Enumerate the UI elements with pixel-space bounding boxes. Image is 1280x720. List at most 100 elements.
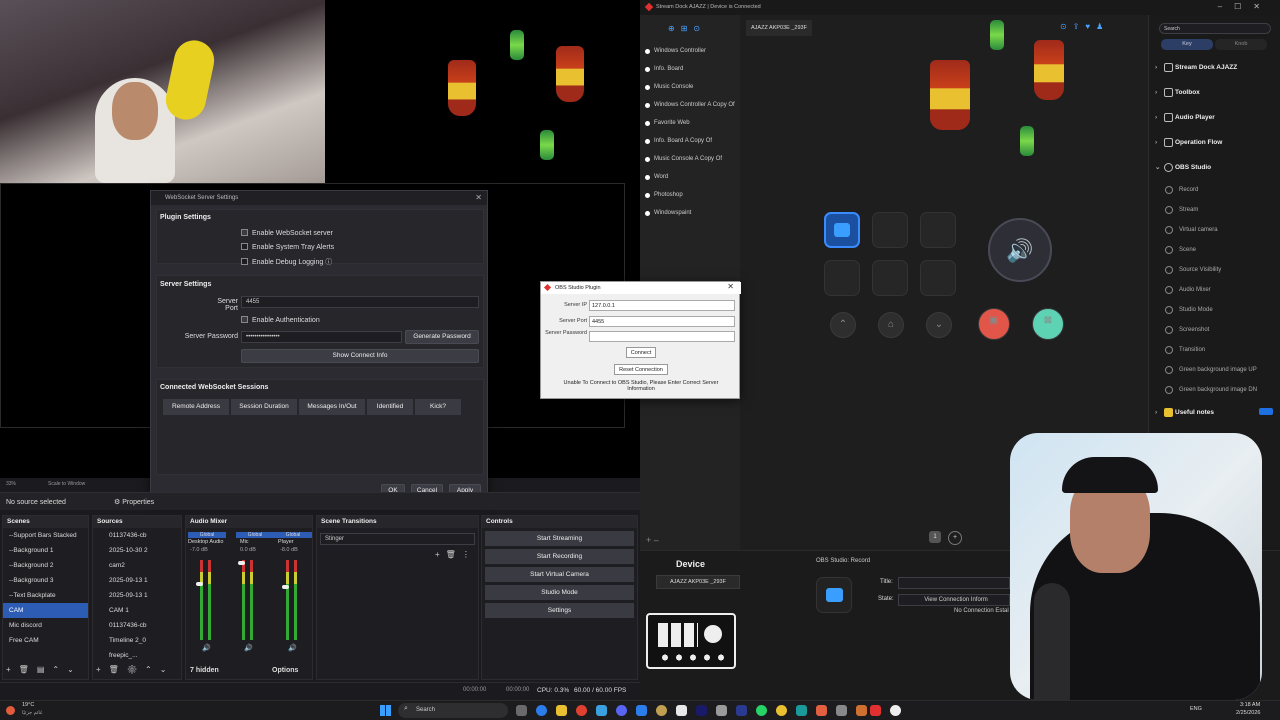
key-slot[interactable] — [872, 260, 908, 296]
obs-taskbar-icon[interactable] — [890, 705, 901, 716]
source-item[interactable]: 2025-09-13 1 — [93, 573, 181, 588]
zoom-level[interactable]: 33% — [6, 481, 16, 487]
start-streaming-button[interactable]: Start Streaming — [485, 531, 634, 546]
app-icon[interactable] — [796, 705, 807, 716]
channel-name[interactable]: Mic — [240, 539, 249, 545]
key-slot[interactable] — [920, 212, 956, 248]
app-icon[interactable] — [676, 705, 687, 716]
server-port-input[interactable]: 4455 — [241, 296, 479, 308]
column-identified[interactable]: Identified — [367, 399, 413, 415]
action-item[interactable]: Virtual camera — [1149, 220, 1280, 240]
action-item[interactable]: Screenshot — [1149, 320, 1280, 340]
server-password-input[interactable]: •••••••••••••••• — [241, 331, 402, 343]
view-connection-button[interactable]: View Connection Inform — [898, 594, 1010, 606]
sidebar-tools-icon[interactable]: ⊕⊞⊙ — [668, 24, 706, 33]
knob-screen[interactable]: ⊠ — [1032, 308, 1064, 340]
source-item[interactable]: 01137436-cb — [93, 618, 181, 633]
app-icon[interactable] — [656, 705, 667, 716]
device-select[interactable]: AJAZZ AKP03E _293F — [656, 575, 740, 589]
telegram-icon[interactable] — [596, 705, 607, 716]
page-number[interactable]: 1 — [929, 531, 941, 543]
knob-folder[interactable]: ▣ — [978, 308, 1010, 340]
property-icon-preview[interactable] — [816, 577, 852, 613]
volume-slider[interactable] — [238, 561, 245, 565]
generate-password-button[interactable]: Generate Password — [405, 330, 479, 344]
explorer-icon[interactable] — [556, 705, 567, 716]
weather-temp[interactable]: 19°C — [22, 702, 34, 708]
profile-item[interactable]: Info. Board — [640, 60, 740, 78]
scene-item[interactable]: Mic discord — [3, 618, 88, 633]
app-icon[interactable] — [716, 705, 727, 716]
stream-dock-icon[interactable] — [870, 705, 881, 716]
scenes-toolbar[interactable]: +🗑▤⌃⌄ — [6, 665, 82, 674]
scene-item-selected[interactable]: CAM — [3, 603, 88, 618]
studio-mode-button[interactable]: Studio Mode — [485, 585, 634, 600]
source-item[interactable]: CAM 1 — [93, 603, 181, 618]
key-slot[interactable] — [872, 212, 908, 248]
top-toolbar-icons[interactable]: ⊙⇪♥♟ — [1060, 22, 1154, 36]
profile-item[interactable]: Info. Board A Copy Of — [640, 132, 740, 150]
column-messages[interactable]: Messages In/Out — [299, 399, 365, 415]
channel-name[interactable]: Player — [278, 539, 294, 545]
knob-up[interactable]: ⌃ — [830, 312, 856, 338]
action-item[interactable]: Stream — [1149, 200, 1280, 220]
app-icon[interactable] — [836, 705, 847, 716]
chrome-icon[interactable] — [776, 705, 787, 716]
key-slot[interactable] — [824, 260, 860, 296]
tab-key[interactable]: Key — [1161, 39, 1213, 50]
category-stream-dock[interactable]: › Stream Dock AJAZZ — [1149, 55, 1280, 80]
connect-button[interactable]: Connect — [626, 347, 656, 358]
profile-item[interactable]: Music Console A Copy Of — [640, 150, 740, 168]
start-virtual-camera-button[interactable]: Start Virtual Camera — [485, 567, 634, 582]
speaker-icon[interactable]: 🔊 — [288, 644, 297, 652]
show-connect-info-button[interactable]: Show Connect Info — [241, 349, 479, 363]
category-operation-flow[interactable]: › Operation Flow — [1149, 130, 1280, 155]
source-item[interactable]: cam2 — [93, 558, 181, 573]
profile-item[interactable]: Windowspaint — [640, 204, 740, 222]
server-ip-input[interactable]: 127.0.0.1 — [589, 300, 735, 311]
profile-item[interactable]: Windows Controller — [640, 42, 740, 60]
app-icon[interactable] — [696, 705, 707, 716]
scene-item[interactable]: --Support Bars Stacked — [3, 528, 88, 543]
category-toolbox[interactable]: › Toolbox — [1149, 80, 1280, 105]
source-item[interactable]: freepic_... — [93, 648, 181, 663]
action-item[interactable]: Scene — [1149, 240, 1280, 260]
weather-icon[interactable] — [6, 706, 15, 715]
enable-auth-checkbox[interactable]: Enable Authentication — [241, 316, 320, 324]
source-item[interactable]: 2025-10-30 2 — [93, 543, 181, 558]
discord-icon[interactable] — [616, 705, 627, 716]
close-icon[interactable]: ✕ — [727, 282, 734, 291]
tab-knob[interactable]: Knob — [1215, 39, 1267, 50]
action-item[interactable]: Source Visibility — [1149, 260, 1280, 280]
premiere-icon[interactable] — [736, 705, 747, 716]
profile-item[interactable]: Favorite Web — [640, 114, 740, 132]
transition-toolbar[interactable]: +🗑⋮ — [435, 550, 476, 559]
knob-home[interactable]: ⌂ — [878, 312, 904, 338]
clock-date[interactable]: 2/25/2026 — [1236, 710, 1260, 716]
app-icon[interactable] — [816, 705, 827, 716]
action-item[interactable]: Green background image UP — [1149, 360, 1280, 380]
source-item[interactable]: Timeline 2_0 — [93, 633, 181, 648]
profile-item[interactable]: Music Console — [640, 78, 740, 96]
knob-down[interactable]: ⌄ — [926, 312, 952, 338]
volume-slider[interactable] — [196, 582, 203, 586]
category-obs-studio[interactable]: ⌄ OBS Studio — [1149, 155, 1280, 180]
title-input[interactable] — [898, 577, 1010, 589]
app-icon[interactable] — [856, 705, 867, 716]
action-item[interactable]: Green background image DN — [1149, 380, 1280, 400]
scene-item[interactable]: --Text Backplate — [3, 588, 88, 603]
enable-tray-checkbox[interactable]: Enable System Tray Alerts — [241, 243, 334, 251]
scene-item[interactable]: --Background 1 — [3, 543, 88, 558]
scene-item[interactable]: --Background 3 — [3, 573, 88, 588]
profile-item[interactable]: Photoshop — [640, 186, 740, 204]
whatsapp-icon[interactable] — [756, 705, 767, 716]
server-port-input[interactable]: 4455 — [589, 316, 735, 327]
app-icon[interactable] — [636, 705, 647, 716]
task-view-icon[interactable] — [516, 705, 527, 716]
column-kick[interactable]: Kick? — [415, 399, 461, 415]
action-item[interactable]: Transition — [1149, 340, 1280, 360]
channel-name[interactable]: Desktop Audio — [188, 539, 223, 545]
add-profile-icon[interactable]: + – — [646, 535, 659, 545]
help-icon[interactable]: ⓘ — [325, 259, 332, 266]
scene-item[interactable]: --Background 2 — [3, 558, 88, 573]
